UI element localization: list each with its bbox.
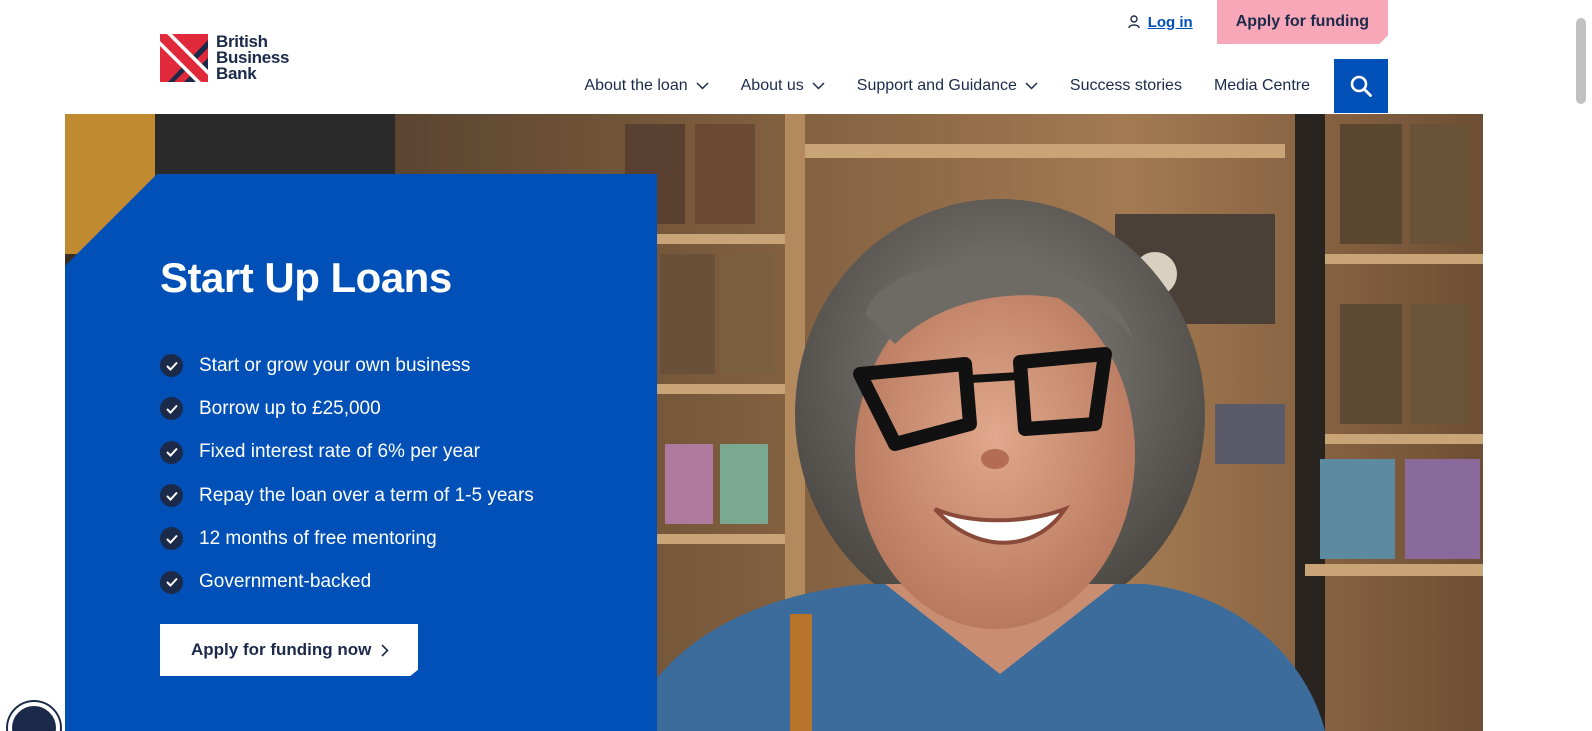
benefit-item: Start or grow your own business <box>160 344 534 387</box>
benefit-item: 12 months of free mentoring <box>160 517 534 560</box>
page-scrollbar[interactable] <box>1568 0 1592 731</box>
brand-logo[interactable]: British Business Bank <box>160 33 300 83</box>
benefit-item: Government-backed <box>160 560 534 603</box>
benefit-text: 12 months of free mentoring <box>199 527 437 549</box>
hero-panel: Start Up Loans Start or grow your own bu… <box>65 174 657 731</box>
hero-title: Start Up Loans <box>160 254 452 301</box>
benefit-item: Borrow up to £25,000 <box>160 387 534 430</box>
checkmark-icon <box>160 440 183 464</box>
login-link[interactable]: Log in <box>1127 13 1193 31</box>
union-flag-logo-icon <box>160 34 208 82</box>
checkmark-icon <box>160 527 183 551</box>
brand-line-3: Bank <box>216 64 257 83</box>
nav-item-label: About the loan <box>584 77 688 94</box>
benefit-text: Fixed interest rate of 6% per year <box>199 441 480 463</box>
cookie-settings-icon[interactable] <box>8 702 60 731</box>
benefit-text: Government-backed <box>199 571 372 593</box>
nav-item-about-us[interactable]: About us <box>741 77 825 95</box>
nav-item-label: Support and Guidance <box>856 77 1017 94</box>
nav-item-label: About us <box>740 77 804 94</box>
nav-item-support-and-guidance[interactable]: Support and Guidance <box>857 77 1038 95</box>
nav-item-label: Media Centre <box>1213 77 1310 94</box>
nav-item-label: Success stories <box>1069 77 1182 94</box>
chevron-down-icon <box>1025 82 1038 90</box>
chevron-down-icon <box>696 82 709 90</box>
nav-item-success-stories[interactable]: Success stories <box>1070 77 1182 95</box>
benefit-text: Borrow up to £25,000 <box>199 397 381 419</box>
search-button[interactable] <box>1334 59 1388 113</box>
checkmark-icon <box>160 397 183 421</box>
scrollbar-thumb[interactable] <box>1576 18 1586 104</box>
checkmark-icon <box>160 570 183 594</box>
site-header: British Business Bank Log in Apply for f… <box>0 0 1568 114</box>
benefit-item: Repay the loan over a term of 1-5 years <box>160 474 534 517</box>
apply-for-funding-button[interactable]: Apply for funding <box>1216 0 1388 44</box>
utility-bar: Log in Apply for funding <box>1127 0 1388 44</box>
apply-now-label: Apply for funding now <box>191 640 372 659</box>
main-nav: About the loan About us Support and Guid… <box>584 58 1388 114</box>
benefits-list: Start or grow your own business Borrow u… <box>160 344 534 604</box>
nav-item-about-the-loan[interactable]: About the loan <box>584 77 709 95</box>
benefit-item: Fixed interest rate of 6% per year <box>160 431 534 474</box>
chevron-right-icon <box>381 643 389 657</box>
benefit-text: Start or grow your own business <box>199 354 471 376</box>
search-icon <box>1350 75 1372 97</box>
chevron-down-icon <box>812 82 825 90</box>
brand-wordmark: British Business Bank <box>216 33 289 83</box>
benefit-text: Repay the loan over a term of 1-5 years <box>199 484 534 506</box>
user-icon <box>1127 15 1140 29</box>
nav-item-media-centre[interactable]: Media Centre <box>1214 77 1310 95</box>
hero-section: Start Up Loans Start or grow your own bu… <box>65 114 1483 731</box>
checkmark-icon <box>160 484 183 508</box>
login-label: Log in <box>1147 13 1193 31</box>
apply-for-funding-now-button[interactable]: Apply for funding now <box>160 624 418 676</box>
checkmark-icon <box>160 354 183 378</box>
